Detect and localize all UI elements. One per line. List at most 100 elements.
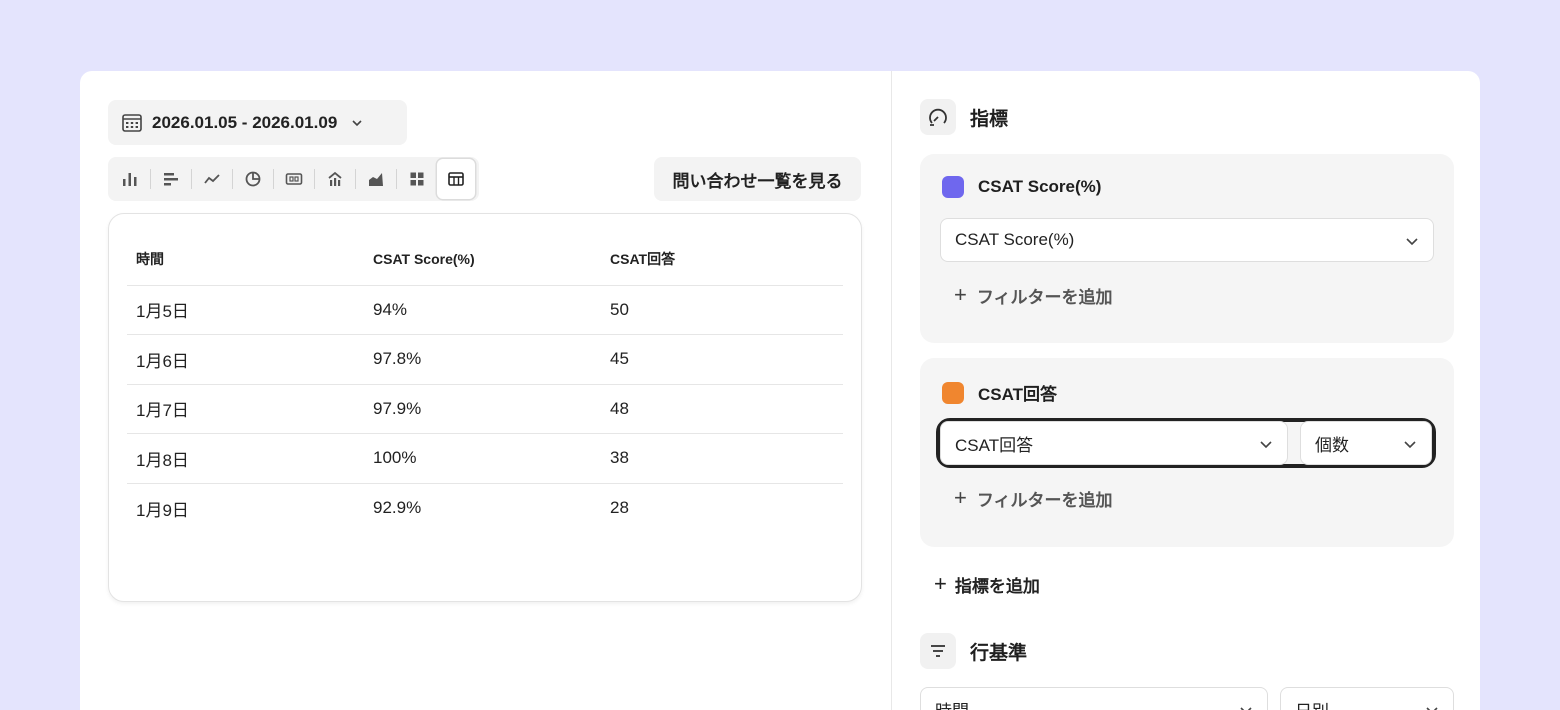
toolbar-divider	[396, 169, 397, 189]
pie-chart-icon	[245, 171, 261, 187]
metric-field-select[interactable]: CSAT Score(%)	[940, 218, 1434, 262]
metric-title-label: CSAT回答	[978, 385, 1058, 404]
cell-csat-score: 97.8%	[364, 334, 601, 385]
date-range-picker[interactable]: 2026.01.05 - 2026.01.09	[108, 100, 407, 145]
chart-type-area[interactable]	[358, 161, 394, 197]
chart-type-horizontal-bar[interactable]	[153, 161, 189, 197]
toolbar-divider	[232, 169, 233, 189]
line-chart-icon	[204, 174, 220, 184]
toolbar-divider	[191, 169, 192, 189]
data-table: 時間 CSAT Score(%) CSAT回答 1月5日 94% 50 1月6日…	[127, 234, 843, 533]
cell-time: 1月7日	[127, 384, 364, 434]
funnel-chart-icon	[328, 171, 342, 186]
rows-section-title: 行基準	[970, 642, 1028, 664]
chevron-down-icon	[1406, 238, 1418, 246]
chart-type-line[interactable]	[194, 161, 230, 197]
toolbar-divider	[150, 169, 151, 189]
chevron-down-icon	[1426, 707, 1438, 710]
cell-csat-responses: 48	[601, 384, 843, 434]
horizontal-bar-chart-icon	[164, 173, 179, 186]
table-row: 1月7日 97.9% 48	[127, 384, 843, 434]
table-row: 1月5日 94% 50	[127, 285, 843, 335]
aggregation-select[interactable]: 個数	[1300, 421, 1432, 465]
row-field-select[interactable]: 時間	[920, 687, 1268, 710]
metric-field-value: CSAT Score(%)	[955, 230, 1075, 249]
metric-field-value: CSAT回答	[955, 435, 1034, 455]
metric-color-swatch[interactable]	[942, 176, 964, 198]
cell-time: 1月9日	[136, 500, 189, 520]
chart-panel: 2026.01.05 - 2026.01.09 問い合わせ一覧を見る 時間 CS…	[80, 71, 891, 710]
cell-time: 1月5日	[127, 285, 364, 335]
metric-title-label: CSAT Score(%)	[978, 177, 1102, 196]
chart-type-pie[interactable]	[235, 161, 271, 197]
add-filter-button[interactable]: + フィルターを追加	[954, 485, 1113, 511]
cell-csat-responses: 50	[601, 285, 843, 335]
cell-csat-responses: 45	[601, 334, 843, 385]
rows-icon-box	[920, 633, 956, 669]
table-panel: 時間 CSAT Score(%) CSAT回答 1月5日 94% 50 1月6日…	[108, 213, 862, 602]
cell-csat-responses: 38	[601, 433, 843, 484]
chart-type-toolbar	[108, 157, 479, 201]
add-metric-button[interactable]: + 指標を追加	[934, 571, 1040, 597]
add-filter-label: フィルターを追加	[976, 490, 1113, 510]
add-filter-button[interactable]: + フィルターを追加	[954, 282, 1113, 308]
view-inquiries-button[interactable]: 問い合わせ一覧を見る	[654, 157, 861, 201]
chevron-down-icon	[1260, 441, 1272, 449]
row-granularity-select[interactable]: 日別	[1280, 687, 1454, 710]
area-chart-icon	[369, 173, 384, 186]
cell-csat-score: 100%	[364, 433, 601, 484]
metric-title: CSAT Score(%)	[942, 176, 1101, 198]
gauge-icon	[929, 108, 947, 126]
plus-icon: +	[934, 571, 947, 596]
cell-csat-responses: 28	[610, 498, 629, 517]
metric-color-swatch[interactable]	[942, 381, 964, 404]
chart-type-bar[interactable]	[112, 161, 148, 197]
chevron-down-icon	[352, 119, 362, 126]
table-header-row: 時間 CSAT Score(%) CSAT回答	[127, 234, 843, 286]
chevron-down-icon	[1404, 441, 1416, 449]
row-field-value: 時間	[935, 697, 969, 710]
row-granularity-value: 日別	[1295, 697, 1329, 710]
calendar-icon	[122, 113, 142, 132]
metric-card-csat-responses: CSAT回答 CSAT回答 個数 + フィルターを追加	[920, 358, 1454, 547]
table-icon	[448, 172, 464, 186]
chart-type-grid[interactable]	[399, 161, 435, 197]
metric-title: CSAT回答	[942, 380, 1057, 405]
table-row: 1月6日 97.8% 45	[127, 334, 843, 385]
cell-time: 1月6日	[127, 334, 364, 385]
rows-section-header: 行基準	[920, 633, 1027, 669]
metrics-section-header: 指標	[920, 99, 1008, 135]
metrics-icon-box	[920, 99, 956, 135]
cell-csat-score: 94%	[364, 285, 601, 335]
column-header-csat-score[interactable]: CSAT Score(%)	[364, 234, 601, 286]
column-header-csat-responses[interactable]: CSAT回答	[601, 234, 843, 286]
plus-icon: +	[954, 485, 967, 510]
table-row: 1月9日 92.9% 28	[127, 483, 843, 533]
toolbar-divider	[273, 169, 274, 189]
grid-icon	[410, 172, 424, 186]
plus-icon: +	[954, 282, 967, 307]
settings-panel: 指標 CSAT Score(%) CSAT Score(%) + フィルターを追…	[892, 71, 1480, 710]
bar-chart-icon	[123, 173, 137, 186]
date-range-label: 2026.01.05 - 2026.01.09	[152, 112, 338, 132]
chart-type-number[interactable]	[276, 161, 312, 197]
aggregation-value: 個数	[1315, 435, 1349, 455]
report-card: 2026.01.05 - 2026.01.09 問い合わせ一覧を見る 時間 CS…	[80, 71, 1480, 710]
table-row: 1月8日 100% 38	[127, 433, 843, 484]
number-card-icon	[285, 173, 303, 185]
toolbar-divider	[314, 169, 315, 189]
metric-field-select[interactable]: CSAT回答	[940, 421, 1288, 465]
metric-card-csat-score: CSAT Score(%) CSAT Score(%) + フィルターを追加	[920, 154, 1454, 343]
chart-type-table[interactable]	[437, 159, 475, 199]
filter-lines-icon	[931, 645, 945, 657]
cell-csat-score: 92.9%	[373, 498, 422, 517]
add-filter-label: フィルターを追加	[976, 287, 1113, 307]
add-metric-label: 指標を追加	[954, 576, 1040, 596]
cell-csat-score: 97.9%	[364, 384, 601, 434]
toolbar-divider	[355, 169, 356, 189]
column-header-time[interactable]: 時間	[127, 234, 364, 286]
chart-type-funnel[interactable]	[317, 161, 353, 197]
cell-time: 1月8日	[127, 433, 364, 484]
metrics-section-title: 指標	[970, 108, 1009, 130]
chevron-down-icon	[1240, 707, 1252, 710]
